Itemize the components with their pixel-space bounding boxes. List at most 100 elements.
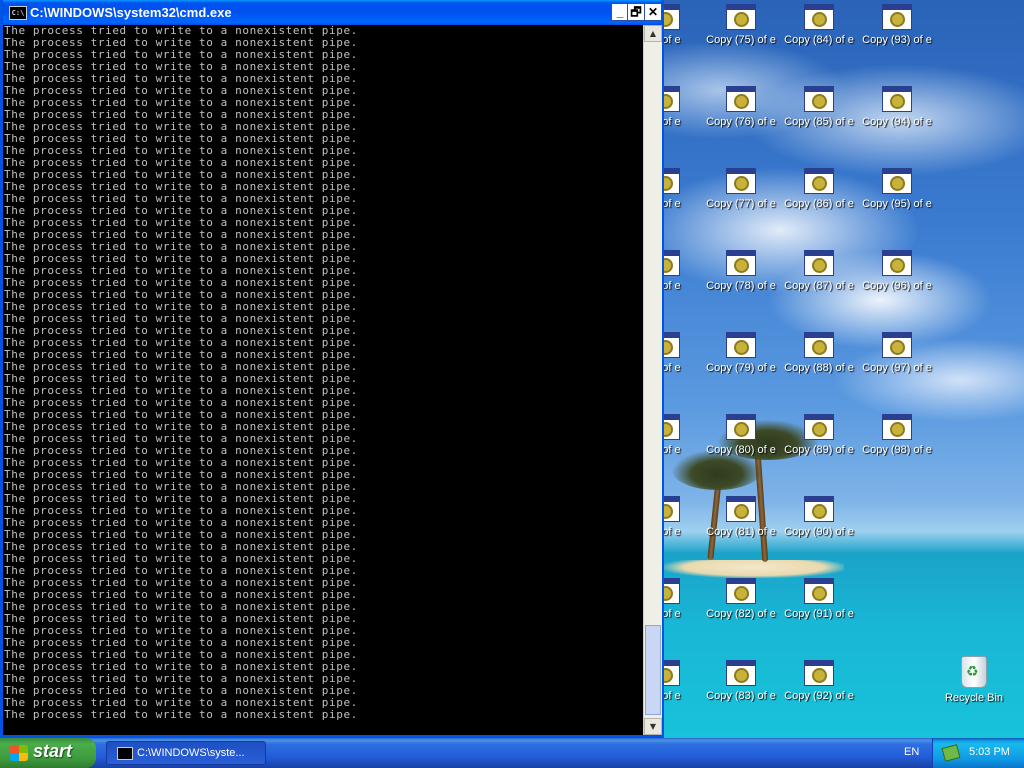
desktop-shortcut-icon[interactable]: Copy (96) of e [858,250,936,310]
desktop-shortcut-icon[interactable]: Copy (85) of e [780,86,858,146]
desktop-icon-label: Copy (78) of e [706,280,776,292]
start-button[interactable]: start [0,738,96,768]
console-output[interactable]: The process tried to write to a nonexist… [3,25,643,735]
program-window-icon [804,168,834,194]
tray-icon[interactable] [941,744,961,762]
desktop-icon-label: Copy (85) of e [784,116,854,128]
cmd-window[interactable]: C:\ C:\WINDOWS\system32\cmd.exe _ 🗗 ✕ Th… [0,0,664,738]
desktop-shortcut-icon[interactable]: Copy (91) of e [780,578,858,638]
desktop-shortcut-icon[interactable]: Copy (95) of e [858,168,936,228]
desktop-shortcut-icon[interactable]: Copy (84) of e [780,4,858,64]
desktop-shortcut-icon[interactable]: Copy (98) of e [858,414,936,474]
gear-icon [892,96,903,107]
desktop-icon-label: Copy (79) of e [706,362,776,374]
program-window-icon [726,168,756,194]
program-window-icon [882,250,912,276]
program-window-icon [882,4,912,30]
maximize-button[interactable]: 🗗 [627,3,645,21]
desktop-shortcut-icon[interactable]: Copy (75) of e [702,4,780,64]
desktop-icon-label: Copy (83) of e [706,690,776,702]
program-window-icon [882,332,912,358]
desktop-shortcut-icon[interactable]: Copy (86) of e [780,168,858,228]
program-window-icon [726,4,756,30]
gear-icon [814,342,825,353]
desktop-shortcut-icon[interactable]: Copy (89) of e [780,414,858,474]
program-window-icon [726,250,756,276]
desktop-icon-label: Copy (81) of e [706,526,776,538]
desktop-icon-label: Copy (82) of e [706,608,776,620]
desktop-shortcut-icon[interactable]: Copy (77) of e [702,168,780,228]
gear-icon [736,670,747,681]
program-window-icon [726,86,756,112]
desktop-shortcut-icon[interactable]: Copy (80) of e [702,414,780,474]
language-indicator[interactable]: EN [904,746,919,758]
scrollbar-thumb[interactable] [645,625,661,715]
program-window-icon [882,86,912,112]
gear-icon [736,506,747,517]
scroll-down-icon[interactable]: ▼ [644,718,662,735]
desktop-shortcut-icon[interactable]: Copy (87) of e [780,250,858,310]
desktop-shortcut-icon[interactable]: Copy (97) of e [858,332,936,392]
desktop-shortcut-icon[interactable]: Copy (92) of e [780,660,858,720]
console-app-icon[interactable]: C:\ [9,6,27,20]
recycle-bin-icon[interactable]: ♻ Recycle Bin [944,656,1004,704]
gear-icon [736,96,747,107]
window-titlebar[interactable]: C:\ C:\WINDOWS\system32\cmd.exe _ 🗗 ✕ [3,0,662,25]
program-window-icon [726,414,756,440]
program-window-icon [804,250,834,276]
desktop-icon-label: Copy (93) of e [862,34,932,46]
recycle-bin-label: Recycle Bin [944,692,1004,704]
windows-logo-icon [10,745,28,761]
desktop-shortcut-icon[interactable]: Copy (90) of e [780,496,858,556]
desktop-icon-label: Copy (88) of e [784,362,854,374]
gear-icon [814,670,825,681]
gear-icon [892,260,903,271]
taskbar-button-label: C:\WINDOWS\syste... [137,747,245,759]
desktop-shortcut-icon[interactable]: Copy (76) of e [702,86,780,146]
desktop-shortcut-icon[interactable]: Copy (83) of e [702,660,780,720]
vertical-scrollbar[interactable]: ▲ ▼ [643,25,662,735]
desktop-icon-label: Copy (92) of e [784,690,854,702]
gear-icon [814,260,825,271]
desktop-icon-label: Copy (90) of e [784,526,854,538]
program-window-icon [804,578,834,604]
clock[interactable]: 5:03 PM [969,746,1010,758]
desktop-icon-label: Copy (97) of e [862,362,932,374]
desktop-shortcut-icon[interactable]: Copy (94) of e [858,86,936,146]
gear-icon [892,342,903,353]
taskbar: start C:\WINDOWS\syste... EN 5:03 PM [0,738,1024,768]
desktop-shortcut-icon[interactable]: Copy (81) of e [702,496,780,556]
desktop-icon-label: Copy (84) of e [784,34,854,46]
gear-icon [736,14,747,25]
desktop-shortcut-icon[interactable]: Copy (88) of e [780,332,858,392]
console-app-icon [117,747,133,760]
gear-icon [892,424,903,435]
gear-icon [814,178,825,189]
console-line: The process tried to write to a nonexist… [4,708,358,721]
desktop-shortcut-icon[interactable]: Copy (93) of e [858,4,936,64]
program-window-icon [804,332,834,358]
close-button[interactable]: ✕ [644,3,662,21]
desktop-shortcut-icon[interactable]: Copy (79) of e [702,332,780,392]
program-window-icon [726,660,756,686]
gear-icon [814,96,825,107]
gear-icon [814,424,825,435]
taskbar-cmd-button[interactable]: C:\WINDOWS\syste... [106,741,266,765]
desktop-icon-label: Copy (91) of e [784,608,854,620]
island-wallpaper [664,560,844,578]
scroll-up-icon[interactable]: ▲ [644,25,662,42]
desktop-shortcut-icon[interactable]: Copy (82) of e [702,578,780,638]
desktop-shortcut-icon[interactable]: Copy (78) of e [702,250,780,310]
desktop-icon-label: Copy (86) of e [784,198,854,210]
window-title: C:\WINDOWS\system32\cmd.exe [30,5,232,20]
gear-icon [814,14,825,25]
desktop-icon-label: Copy (75) of e [706,34,776,46]
gear-icon [736,588,747,599]
program-window-icon [804,496,834,522]
recycle-bin-graphic: ♻ [961,656,987,688]
desktop-icon-label: Copy (80) of e [706,444,776,456]
gear-icon [814,588,825,599]
gear-icon [736,178,747,189]
desktop-icon-label: Copy (77) of e [706,198,776,210]
gear-icon [892,178,903,189]
